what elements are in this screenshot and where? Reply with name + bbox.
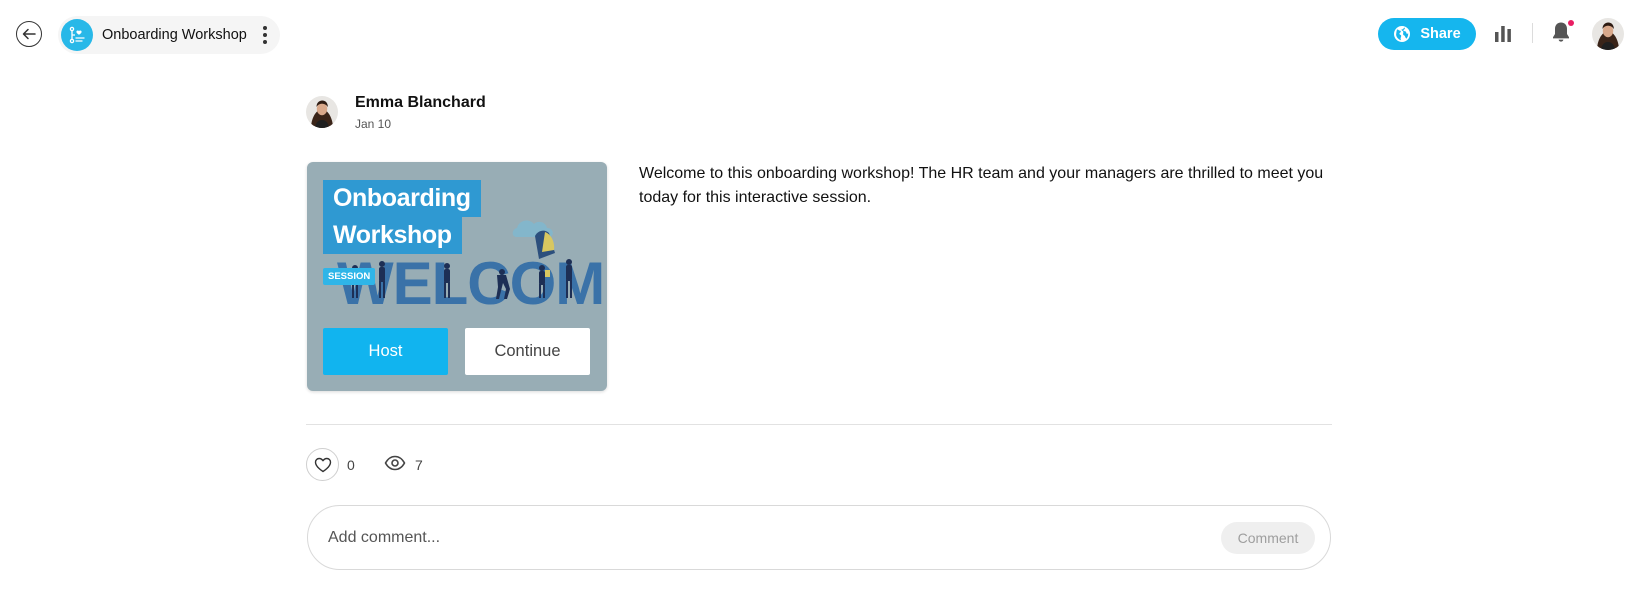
workshop-title-pill[interactable]: Onboarding Workshop xyxy=(58,16,280,54)
post-date: Jan 10 xyxy=(355,117,392,131)
share-label: Share xyxy=(1420,26,1461,42)
like-button[interactable] xyxy=(306,448,339,481)
arrow-left-icon xyxy=(22,28,36,40)
comment-input[interactable] xyxy=(328,526,1128,550)
eye-icon xyxy=(384,455,406,471)
card-title: Onboarding Workshop xyxy=(323,180,481,254)
workshop-card[interactable]: WELCOME Onboarding Workshop SESSION Host… xyxy=(307,162,607,391)
continue-button[interactable]: Continue xyxy=(465,328,590,375)
card-title-line1: Onboarding xyxy=(323,180,481,217)
comment-box: Comment xyxy=(307,505,1331,570)
view-count: 7 xyxy=(415,457,423,473)
author-avatar[interactable] xyxy=(306,96,338,128)
bar-chart-icon[interactable] xyxy=(1494,24,1512,47)
workflow-icon xyxy=(61,19,93,51)
host-button[interactable]: Host xyxy=(323,328,448,375)
heart-icon xyxy=(314,457,331,472)
card-title-line2: Workshop xyxy=(323,217,462,254)
share-button[interactable]: Share xyxy=(1378,18,1476,50)
author-name[interactable]: Emma Blanchard xyxy=(355,94,486,112)
session-badge: SESSION xyxy=(323,268,376,285)
post-description: Welcome to this onboarding workshop! The… xyxy=(639,165,1324,206)
section-divider xyxy=(306,424,1332,425)
comment-button[interactable]: Comment xyxy=(1221,522,1315,554)
globe-icon xyxy=(1394,26,1411,42)
more-options-icon[interactable] xyxy=(262,26,268,44)
toolbar-divider xyxy=(1532,23,1533,43)
back-button[interactable] xyxy=(16,21,42,47)
user-avatar[interactable] xyxy=(1592,18,1624,50)
page-title: Onboarding Workshop xyxy=(102,27,247,43)
like-count: 0 xyxy=(347,457,355,473)
notification-badge xyxy=(1568,20,1574,26)
